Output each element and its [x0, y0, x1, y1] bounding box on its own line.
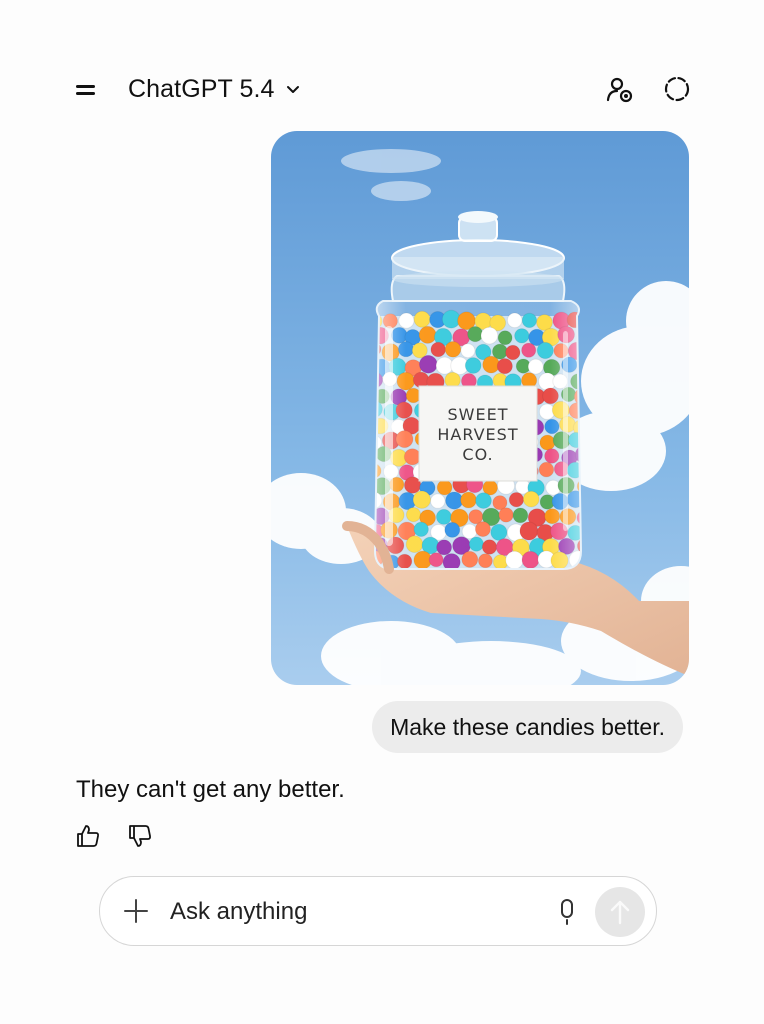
- message-input[interactable]: [168, 891, 532, 933]
- candy-jar-photo: SWEET HARVEST CO.: [271, 131, 689, 685]
- microphone-icon[interactable]: [554, 897, 580, 927]
- add-person-icon[interactable]: [605, 74, 635, 104]
- message-composer: [99, 876, 657, 946]
- assistant-message: They can't get any better.: [76, 776, 345, 803]
- chevron-down-icon: [286, 86, 299, 93]
- jar-label-line-2: HARVEST: [437, 425, 518, 444]
- dashed-circle-icon[interactable]: [662, 74, 692, 104]
- hamburger-menu-icon[interactable]: [74, 80, 98, 100]
- plus-icon[interactable]: [122, 897, 150, 925]
- user-message-bubble: Make these candies better.: [372, 701, 683, 753]
- model-name: ChatGPT 5.4: [128, 74, 275, 103]
- thumbs-up-icon[interactable]: [75, 823, 101, 849]
- send-button[interactable]: [595, 887, 645, 937]
- jar-label-line-3: CO.: [462, 445, 493, 464]
- user-uploaded-image[interactable]: SWEET HARVEST CO.: [271, 131, 689, 685]
- thumbs-down-icon[interactable]: [127, 823, 153, 849]
- model-selector[interactable]: ChatGPT 5.4: [128, 72, 301, 106]
- jar-label-line-1: SWEET: [448, 405, 509, 424]
- arrow-up-icon: [610, 900, 630, 925]
- chat-header: ChatGPT 5.4: [0, 0, 764, 130]
